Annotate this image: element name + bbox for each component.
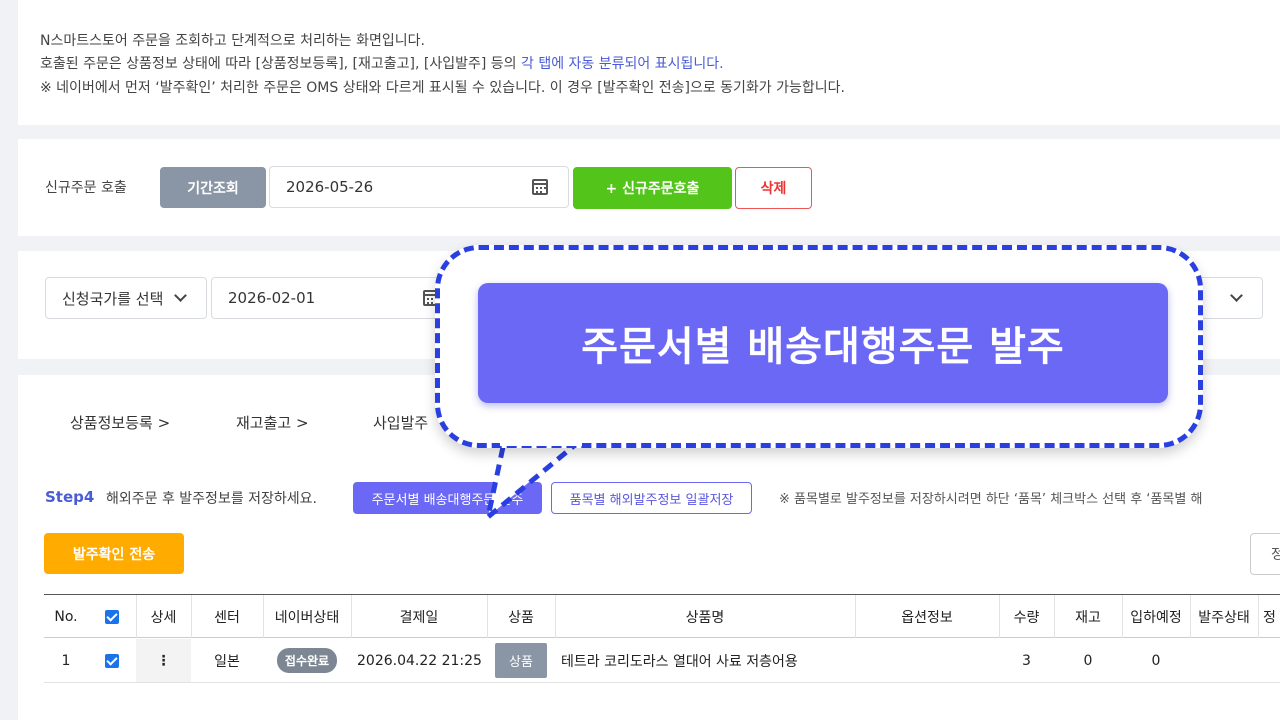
step-label: Step4 (45, 488, 95, 506)
new-order-label: 신규주문 호출 (45, 180, 127, 196)
calendar-icon[interactable] (532, 179, 548, 195)
info-line-1: N스마트스토어 주문을 조회하고 단계적으로 처리하는 화면입니다. (40, 33, 425, 49)
col-payment-date: 결제일 (399, 609, 439, 626)
info-line-3: ※ 네이버에서 먼저 ‘발주확인’ 처리한 주문은 OMS 상태와 다르게 표시… (40, 80, 845, 96)
col-product-name: 상품명 (685, 609, 725, 626)
cell-naver-status: 접수완료 (263, 639, 351, 682)
col-check (88, 595, 136, 638)
callout-zoomed-order-button: 주문서별 배송대행주문 발주 (478, 283, 1168, 403)
col-center: 센터 (214, 609, 240, 626)
col-stock: 재고 (1075, 609, 1101, 626)
step-note: ※ 품목별로 발주정보를 저장하시려면 하단 ‘품목’ 체크박스 선택 후 ‘품… (779, 492, 1203, 507)
period-search-button[interactable]: 기간조회 (160, 167, 266, 208)
cell-check (88, 639, 136, 682)
call-date-value: 2026-05-26 (286, 178, 374, 196)
cell-product-name: 테트라 코리도라스 열대어 사료 저층어용 (561, 653, 798, 670)
new-order-panel: 신규주문 호출 기간조회 2026-05-26 + 신규주문호출 삭제 (18, 139, 1280, 236)
product-type-badge[interactable]: 상품 (495, 643, 547, 678)
table-header: No. 상세 센터 네이버상태 결제일 상품 상품명 옵션정보 수량 재고 입하… (44, 594, 1280, 638)
col-detail: 상세 (150, 609, 177, 626)
cell-qty: 3 (1022, 652, 1031, 669)
step-description: 해외주문 후 발주정보를 저장하세요. (106, 491, 317, 507)
col-product-type: 상품 (508, 609, 534, 626)
row-checkbox[interactable] (105, 653, 119, 668)
tab-purchase-order[interactable]: 사입발주 (373, 412, 428, 433)
cell-no: 1 (61, 652, 71, 669)
call-date-input[interactable]: 2026-05-26 (269, 166, 569, 208)
right-action-button[interactable]: 정 (1250, 533, 1280, 575)
chevron-down-icon (1230, 289, 1243, 302)
cell-stock: 0 (1083, 652, 1093, 669)
cell-center: 일본 (214, 653, 240, 670)
col-no: No. (54, 608, 78, 625)
info-line-2: 호출된 주문은 상품정보 상태에 따라 [상품정보등록], [재고출고], [사… (40, 53, 724, 73)
status-badge: 접수완료 (276, 648, 338, 673)
cell-payment-date: 2026.04.22 21:25 (357, 652, 482, 669)
table-row[interactable]: 1 ⋮ 일본 접수완료 2026.04.22 21:25 상품 테트라 코리도라… (44, 639, 1280, 683)
more-options-icon[interactable]: ⋮ (136, 639, 191, 682)
info-panel: N스마트스토어 주문을 조회하고 단계적으로 처리하는 화면입니다. 호출된 주… (18, 0, 1280, 125)
cell-incoming: 0 (1151, 652, 1161, 669)
tab-stock-out[interactable]: 재고출고 > (236, 412, 309, 433)
new-order-call-button[interactable]: + 신규주문호출 (573, 167, 732, 209)
cell-product-type: 상품 (487, 639, 555, 682)
info-line-2-highlight: 각 탭에 자동 분류되어 표시됩니다. (521, 56, 724, 72)
info-line-2-text: 호출된 주문은 상품정보 상태에 따라 [상품정보등록], [재고출고], [사… (40, 56, 522, 72)
col-naver-status: 네이버상태 (274, 609, 340, 626)
date-from-input[interactable]: 2026-02-01 (211, 277, 451, 319)
chevron-down-icon (174, 289, 187, 302)
col-extra: 정 (1263, 609, 1276, 626)
tab-product-info[interactable]: 상품정보등록 > (70, 412, 170, 433)
col-qty: 수량 (1013, 609, 1040, 626)
cell-option (855, 639, 999, 682)
date-from-value: 2026-02-01 (228, 289, 316, 307)
delete-button[interactable]: 삭제 (735, 167, 812, 209)
select-all-checkbox[interactable] (105, 609, 119, 624)
col-option: 옵션정보 (901, 609, 953, 626)
col-order-status: 발주상태 (1198, 609, 1250, 626)
country-select[interactable]: 신청국가를 선택 (45, 277, 207, 319)
order-confirm-send-button[interactable]: 발주확인 전송 (44, 533, 184, 574)
callout-tail-joint (500, 430, 582, 446)
country-select-value: 신청국가를 선택 (62, 289, 162, 308)
col-incoming: 입하예정 (1130, 609, 1182, 626)
cell-order-status (1190, 639, 1258, 682)
